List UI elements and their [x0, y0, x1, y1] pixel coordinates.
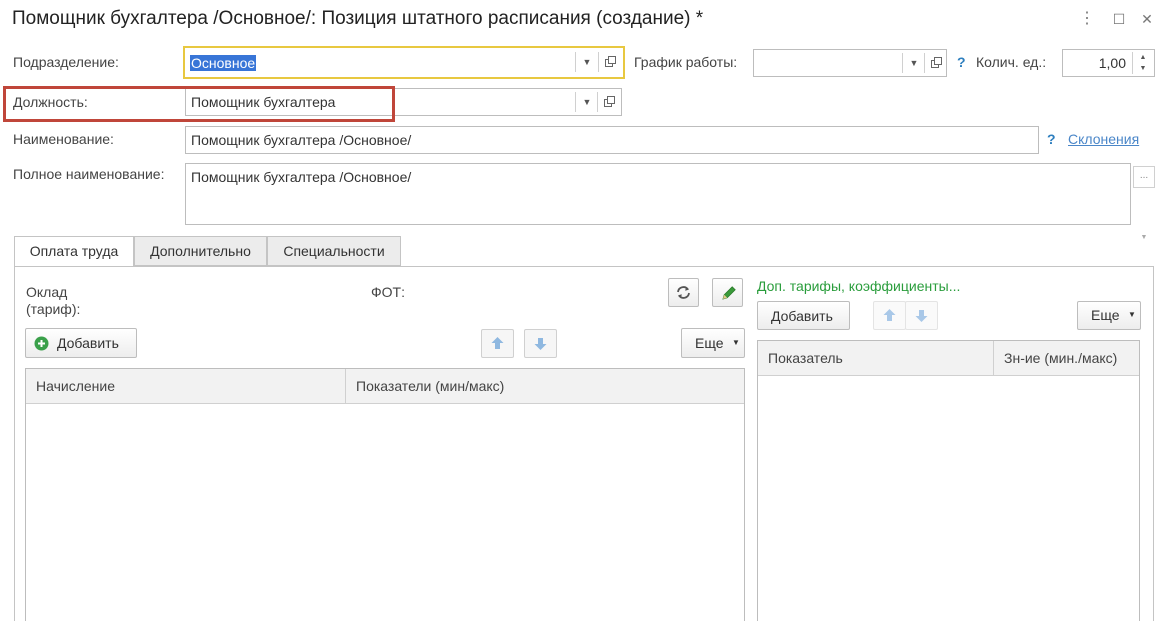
salary-label: Оклад (тариф):: [26, 284, 81, 317]
units-label: Колич. ед.:: [976, 54, 1047, 70]
arrow-down-icon: [534, 338, 547, 350]
fot-label: ФОТ:: [371, 284, 405, 300]
column-accrual[interactable]: Начисление: [26, 369, 346, 404]
subdivision-label: Подразделение:: [13, 54, 119, 70]
schedule-open-icon[interactable]: [924, 53, 947, 73]
schedule-dropdown-icon[interactable]: ▼: [902, 53, 925, 73]
schedule-help-icon[interactable]: ?: [957, 54, 966, 70]
more-options-icon[interactable]: ⋮: [1078, 10, 1096, 28]
extra-more-label: Еще: [1091, 307, 1120, 323]
column-indicators[interactable]: Показатели (мин/макс): [346, 369, 744, 404]
edit-button[interactable]: [712, 278, 743, 307]
position-open-icon[interactable]: [597, 92, 620, 112]
extra-tariffs-title: Доп. тарифы, коэффициенты...: [757, 278, 961, 294]
units-value: 1,00: [1098, 55, 1126, 71]
accruals-table[interactable]: Начисление Показатели (мин/макс): [25, 368, 745, 621]
extra-tariffs-table[interactable]: Показатель Зн-ие (мин./макс): [757, 340, 1140, 621]
subdivision-field[interactable]: Основное ▼: [183, 46, 625, 79]
resize-handle-icon[interactable]: ▼: [1139, 234, 1149, 242]
arrow-down-icon: [915, 310, 928, 322]
name-field[interactable]: Помощник бухгалтера /Основное/: [185, 126, 1039, 154]
column-value[interactable]: Зн-ие (мин./макс): [994, 341, 1139, 376]
add-extra-label: Добавить: [771, 308, 833, 324]
close-icon[interactable]: ✕: [1138, 10, 1156, 28]
tab-specialties[interactable]: Специальности: [267, 236, 401, 266]
column-indicator[interactable]: Показатель: [758, 341, 994, 376]
full-name-value: Помощник бухгалтера /Основное/: [191, 169, 412, 185]
subdivision-open-icon[interactable]: [598, 52, 621, 72]
subdivision-dropdown-icon[interactable]: ▼: [575, 52, 598, 72]
schedule-field[interactable]: ▼: [753, 49, 947, 77]
add-extra-button[interactable]: Добавить: [757, 301, 850, 330]
refresh-icon: [677, 286, 690, 299]
extra-move-up-button[interactable]: [873, 301, 906, 330]
move-up-button[interactable]: [481, 329, 514, 358]
add-icon: [34, 336, 49, 351]
name-label: Наименование:: [13, 131, 114, 147]
full-name-label: Полное наименование:: [13, 166, 165, 182]
tab-additional[interactable]: Дополнительно: [134, 236, 267, 266]
extra-move-down-button[interactable]: [905, 301, 938, 330]
chevron-down-icon: ▼: [1128, 310, 1136, 319]
move-down-button[interactable]: [524, 329, 557, 358]
maximize-icon[interactable]: ☐: [1110, 10, 1128, 28]
add-accrual-label: Добавить: [57, 335, 119, 351]
arrow-up-icon: [883, 309, 896, 321]
name-value: Помощник бухгалтера /Основное/: [191, 132, 412, 148]
full-name-field[interactable]: Помощник бухгалтера /Основное/: [185, 163, 1131, 225]
schedule-label: График работы:: [634, 54, 738, 70]
add-accrual-button[interactable]: Добавить: [25, 328, 137, 358]
window-title: Помощник бухгалтера /Основное/: Позиция …: [12, 8, 704, 29]
refresh-button[interactable]: [668, 278, 699, 307]
accrual-more-button[interactable]: Еще ▼: [681, 328, 745, 358]
chevron-down-icon: ▼: [732, 338, 740, 347]
full-name-more-button[interactable]: ...: [1133, 166, 1155, 188]
arrow-up-icon: [491, 337, 504, 349]
subdivision-value: Основное: [190, 55, 257, 71]
units-field[interactable]: 1,00 ▲ ▼: [1062, 49, 1155, 77]
extra-more-button[interactable]: Еще ▼: [1077, 301, 1141, 330]
tab-pay[interactable]: Оплата труда: [14, 236, 134, 267]
accrual-more-label: Еще: [695, 335, 724, 351]
declensions-link[interactable]: Склонения: [1068, 131, 1139, 147]
units-stepper[interactable]: ▲ ▼: [1132, 52, 1153, 74]
name-help-icon[interactable]: ?: [1047, 131, 1056, 147]
pencil-icon: [722, 286, 736, 300]
highlight-frame: [3, 86, 395, 122]
position-dropdown-icon[interactable]: ▼: [575, 92, 598, 112]
